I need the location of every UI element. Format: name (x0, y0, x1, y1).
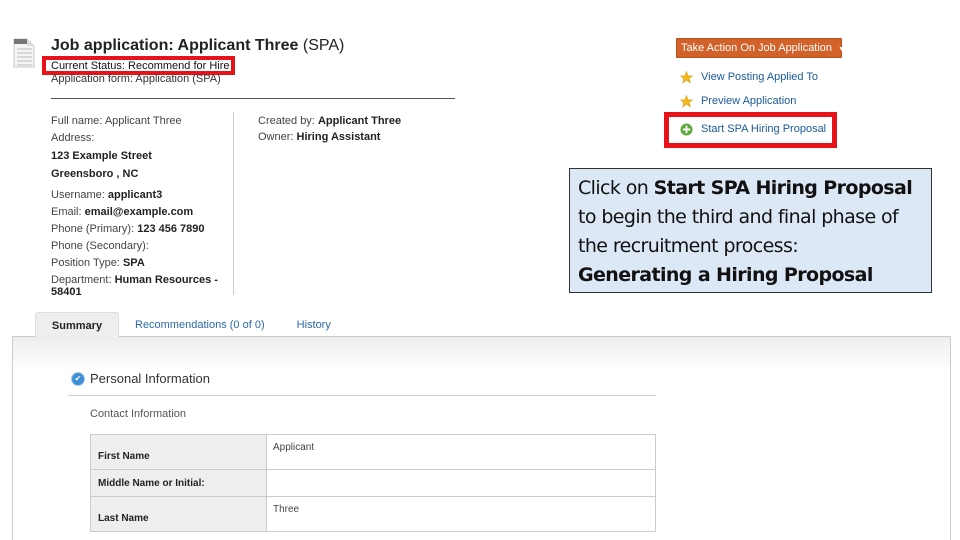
full-name-row: Full name: Applicant Three (51, 115, 231, 132)
star-icon (679, 70, 693, 84)
phone-primary-label: Phone (Primary): (51, 223, 135, 235)
position-type-label: Position Type: (51, 257, 120, 269)
preview-application-link[interactable]: Preview Application (679, 94, 796, 108)
view-posting-label: View Posting Applied To (701, 71, 819, 83)
department-row: Department: Human Resources - 58401 (51, 274, 231, 300)
contact-info-table: First Name Applicant Middle Name or Init… (90, 434, 656, 532)
section-title: Personal Information (90, 371, 210, 386)
created-by-label: Created by: (258, 115, 315, 127)
last-name-value: Three (266, 496, 656, 532)
table-row: First Name Applicant (90, 434, 656, 470)
phone-secondary-row: Phone (Secondary): (51, 240, 231, 257)
email-label: Email: (51, 206, 82, 218)
tab-recommendations[interactable]: Recommendations (0 of 0) (119, 312, 281, 337)
tab-bar: Summary Recommendations (0 of 0) History (35, 312, 347, 337)
section-divider (68, 395, 656, 396)
proposal-highlight-box (664, 112, 837, 148)
owner-value: Hiring Assistant (296, 131, 381, 143)
page-title: Job application: Applicant Three (SPA) (51, 37, 344, 55)
applicant-details: Full name: Applicant Three Address: 123 … (51, 115, 231, 300)
table-row: Middle Name or Initial: (90, 469, 656, 497)
callout-phase-name: Generating a Hiring Proposal (578, 264, 873, 286)
column-divider (233, 112, 234, 295)
preview-application-label: Preview Application (701, 95, 797, 107)
check-circle-icon: ✔ (72, 372, 84, 385)
department-label: Department: (51, 274, 112, 286)
created-by-row: Created by: Applicant Three (258, 115, 401, 131)
chevron-down-icon: ▼ (838, 46, 846, 53)
position-type-value: SPA (122, 257, 145, 269)
first-name-value: Applicant (266, 434, 656, 470)
address-line1: 123 Example Street (51, 150, 152, 162)
header-divider (51, 98, 455, 99)
page-title-suffix: (SPA) (302, 37, 345, 54)
position-type-row: Position Type: SPA (51, 257, 231, 274)
phone-secondary-label: Phone (Secondary): (51, 240, 149, 252)
application-form: Application form: Application (SPA) (51, 73, 221, 85)
full-name-value: Applicant Three (104, 115, 182, 127)
view-posting-link[interactable]: View Posting Applied To (679, 70, 818, 84)
callout-prefix: Click on (578, 177, 654, 199)
middle-name-value (266, 469, 656, 497)
created-by-value: Applicant Three (317, 115, 402, 127)
contact-information-title: Contact Information (90, 408, 186, 420)
username-label: Username: (51, 189, 105, 201)
table-row: Last Name Three (90, 496, 656, 532)
callout-middle: to begin the third and final phase of th… (578, 206, 899, 257)
personal-information-header[interactable]: ✔ Personal Information (72, 371, 210, 386)
email-row: Email: email@example.com (51, 206, 231, 223)
email-value: email@example.com (84, 206, 194, 218)
address-line2: Greensboro , NC (51, 168, 139, 180)
callout-action-name: Start SPA Hiring Proposal (653, 177, 913, 199)
take-action-button[interactable]: Take Action On Job Application ▼ (676, 38, 846, 58)
phone-primary-row: Phone (Primary): 123 456 7890 (51, 223, 231, 240)
phone-primary-value: 123 456 7890 (137, 223, 205, 235)
username-row: Username: applicant3 (51, 189, 231, 206)
owner-label: Owner: (258, 131, 294, 143)
tab-history[interactable]: History (281, 312, 347, 337)
tab-summary[interactable]: Summary (35, 312, 119, 337)
address-label: Address: (51, 132, 95, 144)
ownership-details: Created by: Applicant Three Owner: Hirin… (258, 115, 401, 147)
star-icon (679, 94, 693, 108)
username-value: applicant3 (107, 189, 163, 201)
page-title-text: Job application: Applicant Three (51, 37, 299, 54)
last-name-label: Last Name (90, 496, 267, 532)
middle-name-label: Middle Name or Initial: (90, 469, 267, 497)
instruction-callout: Click on Start SPA Hiring Proposal to be… (569, 168, 932, 293)
full-name-label: Full name: (51, 115, 103, 127)
document-icon (13, 38, 35, 68)
owner-row: Owner: Hiring Assistant (258, 131, 401, 147)
take-action-label: Take Action On Job Application (681, 42, 833, 54)
first-name-label: First Name (90, 434, 267, 470)
